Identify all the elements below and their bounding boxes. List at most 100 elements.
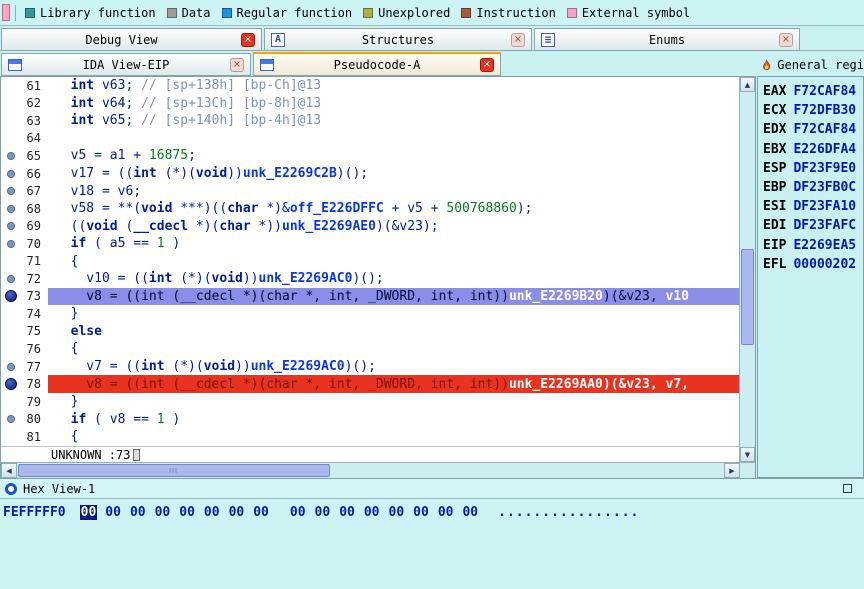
line-gutter[interactable]: 73 <box>1 287 48 306</box>
register-row[interactable]: EIP E2269EA5 <box>758 236 863 255</box>
breakpoint-icon[interactable] <box>7 362 15 371</box>
code-line[interactable]: 74 } <box>1 305 739 323</box>
hex-content[interactable]: FEFFFFF0 00 00 00 00 00 00 00 00 00 00 00 00 00 00 00 0… <box>3 505 639 520</box>
line-gutter[interactable]: 69 <box>1 217 48 235</box>
code-line[interactable]: 73 v8 = ((int (__cdecl *)(char *, int, _… <box>1 287 739 306</box>
line-gutter[interactable]: 80 <box>1 410 48 428</box>
code-line[interactable]: 62 int v64; // [sp+13Ch] [bp-8h]@13 <box>1 94 739 113</box>
code-text[interactable]: if ( v8 == 1 ) <box>48 410 739 428</box>
line-gutter[interactable]: 71 <box>1 252 48 271</box>
code-text[interactable]: v18 = v6; <box>48 182 739 200</box>
line-gutter[interactable]: 81 <box>1 427 48 446</box>
code-text[interactable]: if ( a5 == 1 ) <box>48 235 739 253</box>
code-text[interactable]: else <box>48 323 739 341</box>
breakpoint-icon[interactable] <box>7 274 15 283</box>
code-line[interactable]: 81 { <box>1 427 739 446</box>
breakpoint-icon[interactable] <box>7 222 15 231</box>
line-gutter[interactable]: 79 <box>1 392 48 411</box>
hex-byte[interactable]: 00 <box>461 505 479 520</box>
code-text[interactable]: int v64; // [sp+13Ch] [bp-8h]@13 <box>48 95 739 113</box>
hex-byte[interactable]: 00 <box>289 505 307 520</box>
breakpoint-icon[interactable] <box>7 151 15 160</box>
register-row[interactable]: ESI DF23FA10 <box>758 197 863 216</box>
code-text[interactable]: v58 = **(void ***)((char *)& off_E226DFFC… <box>48 200 739 218</box>
code-text[interactable]: v10 = ((int (*)(void)) unk_E2269AC0)(); <box>48 270 739 288</box>
hex-byte[interactable]: 00 <box>79 505 98 520</box>
register-value[interactable]: F72CAF84 <box>793 122 856 137</box>
code-line[interactable]: 77 v7 = ((int (*)(void)) unk_E2269AC0)(); <box>1 357 739 376</box>
register-row[interactable]: ESP DF23F9E0 <box>758 159 863 178</box>
code-text[interactable]: v5 = a1 + 16875; <box>48 147 739 165</box>
breakpoint-icon[interactable] <box>7 239 15 248</box>
scroll-up-icon[interactable]: ▲ <box>740 77 755 92</box>
register-row[interactable]: EDI DF23FAFC <box>758 216 863 235</box>
hex-view-header[interactable]: Hex View-1 <box>0 478 864 499</box>
hex-byte[interactable]: 00 <box>388 505 406 520</box>
hex-byte[interactable]: 00 <box>228 505 246 520</box>
line-gutter[interactable]: 65 <box>1 147 48 165</box>
code-line[interactable]: 61 int v63; // [sp+138h] [bp-Ch]@13 <box>1 77 739 95</box>
code-text[interactable]: { <box>48 428 739 446</box>
register-row[interactable]: EBX E226DFA4 <box>758 140 863 159</box>
code-line[interactable]: 80 if ( v8 == 1 ) <box>1 410 739 428</box>
breakpoint-icon[interactable] <box>5 290 17 303</box>
register-value[interactable]: DF23FA10 <box>793 199 856 214</box>
register-row[interactable]: ECX F72DFB30 <box>758 101 863 120</box>
code-text[interactable] <box>48 130 739 148</box>
hex-byte[interactable]: 00 <box>437 505 455 520</box>
code-text[interactable]: int v63; // [sp+138h] [bp-Ch]@13 <box>48 77 739 95</box>
scroll-down-icon[interactable]: ▼ <box>740 447 755 462</box>
register-value[interactable]: DF23FB0C <box>793 180 856 195</box>
horizontal-scrollbar[interactable]: ◀ ▶ <box>1 462 740 478</box>
register-value[interactable]: 00000202 <box>793 257 856 272</box>
line-gutter[interactable]: 68 <box>1 199 48 218</box>
code-line[interactable]: 78 v8 = ((int (__cdecl *)(char *, int, _… <box>1 375 739 393</box>
line-gutter[interactable]: 70 <box>1 234 48 253</box>
register-row[interactable]: EFL 00000202 <box>758 255 863 274</box>
line-gutter[interactable]: 78 <box>1 375 48 393</box>
register-row[interactable]: EBP DF23FB0C <box>758 178 863 197</box>
line-gutter[interactable]: 64 <box>1 129 48 148</box>
code-text[interactable]: } <box>48 393 739 411</box>
code-line[interactable]: 63 int v65; // [sp+140h] [bp-4h]@13 <box>1 112 739 130</box>
code-text[interactable]: ((void (__cdecl *)(char *)) unk_E2269AE0)… <box>48 217 739 235</box>
close-icon[interactable]: × <box>230 57 244 72</box>
line-gutter[interactable]: 61 <box>1 77 48 95</box>
register-value[interactable]: E2269EA5 <box>793 238 856 253</box>
hex-byte[interactable]: 00 <box>412 505 430 520</box>
close-icon[interactable]: × <box>480 57 494 72</box>
line-gutter[interactable]: 63 <box>1 112 48 130</box>
line-gutter[interactable]: 66 <box>1 164 48 183</box>
line-gutter[interactable]: 72 <box>1 270 48 288</box>
tab-debug-view[interactable]: Debug View × <box>1 28 262 51</box>
line-gutter[interactable]: 76 <box>1 340 48 358</box>
hex-byte[interactable]: 00 <box>363 505 381 520</box>
close-icon[interactable]: × <box>779 32 793 47</box>
code-text[interactable]: v8 = ((int (__cdecl *)(char *, int, _DWO… <box>48 375 739 393</box>
code-line[interactable]: 66 v17 = ((int (*)(void)) unk_E2269C2B)()… <box>1 164 739 183</box>
register-value[interactable]: E226DFA4 <box>793 142 856 157</box>
code-line[interactable]: 68 v58 = **(void ***)((char *)& off_E226D… <box>1 199 739 218</box>
code-line[interactable]: 70 if ( a5 == 1 ) <box>1 234 739 253</box>
code-text[interactable]: { <box>48 340 739 358</box>
code-text[interactable]: v17 = ((int (*)(void)) unk_E2269C2B)(); <box>48 165 739 183</box>
vertical-scroll-thumb[interactable] <box>741 249 754 345</box>
line-gutter[interactable]: 77 <box>1 357 48 376</box>
hex-byte[interactable]: 00 <box>203 505 221 520</box>
line-gutter[interactable]: 67 <box>1 182 48 200</box>
code-text[interactable]: { <box>48 252 739 270</box>
breakpoint-icon[interactable] <box>5 378 17 391</box>
code-lines[interactable]: 61 int v63; // [sp+138h] [bp-Ch]@13 62 in… <box>1 77 739 446</box>
hex-byte[interactable]: 00 <box>314 505 332 520</box>
code-line[interactable]: 65 v5 = a1 + 16875; <box>1 147 739 165</box>
vertical-scrollbar[interactable]: ▲ ▼ <box>739 77 755 462</box>
hex-bytes[interactable]: 00 00 00 00 00 00 00 00 00 00 00 00 00 00 00 00 <box>79 505 487 520</box>
code-line[interactable]: 67 v18 = v6; <box>1 182 739 200</box>
code-line[interactable]: 71 { <box>1 252 739 271</box>
line-gutter[interactable]: 74 <box>1 305 48 323</box>
line-gutter[interactable]: 62 <box>1 94 48 113</box>
register-value[interactable]: F72DFB30 <box>793 103 856 118</box>
scroll-right-icon[interactable]: ▶ <box>724 463 740 478</box>
register-value[interactable]: F72CAF84 <box>793 84 856 99</box>
code-line[interactable]: 75 else <box>1 322 739 341</box>
